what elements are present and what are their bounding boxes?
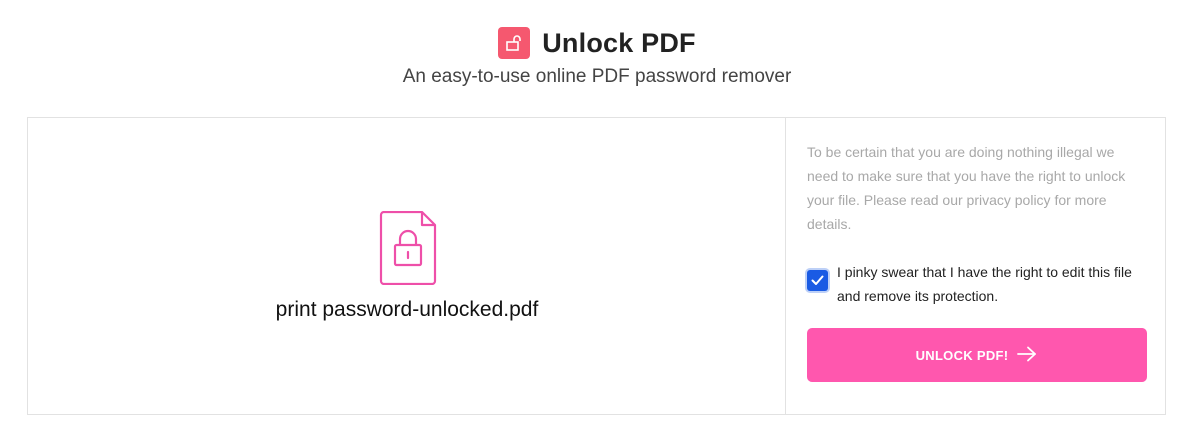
locked-file-icon [378, 210, 438, 286]
unlock-icon [498, 27, 531, 59]
unlock-pdf-button[interactable]: UNLOCK PDF! [807, 328, 1147, 382]
page-header: Unlock PDF An easy-to-use online PDF pas… [0, 0, 1194, 110]
checkmark-icon [811, 275, 824, 285]
unlock-panel: print password-unlocked.pdf To be certai… [27, 117, 1166, 415]
legal-notice: To be certain that you are doing nothing… [807, 144, 1126, 232]
consent-checkbox[interactable] [807, 270, 828, 291]
unlock-button-label: UNLOCK PDF! [915, 347, 1009, 363]
arrow-right-icon [1016, 346, 1038, 365]
options-sidebar: To be certain that you are doing nothing… [787, 118, 1165, 414]
consent-row[interactable]: I pinky swear that I have the right to e… [807, 260, 1147, 308]
page-title: Unlock PDF [542, 27, 696, 58]
file-name: print password-unlocked.pdf [275, 298, 539, 321]
page-subtitle: An easy-to-use online PDF password remov… [402, 66, 792, 87]
title-row: Unlock PDF [0, 27, 1194, 59]
consent-label: I pinky swear that I have the right to e… [837, 264, 1132, 304]
file-preview-area: print password-unlocked.pdf [28, 118, 786, 414]
